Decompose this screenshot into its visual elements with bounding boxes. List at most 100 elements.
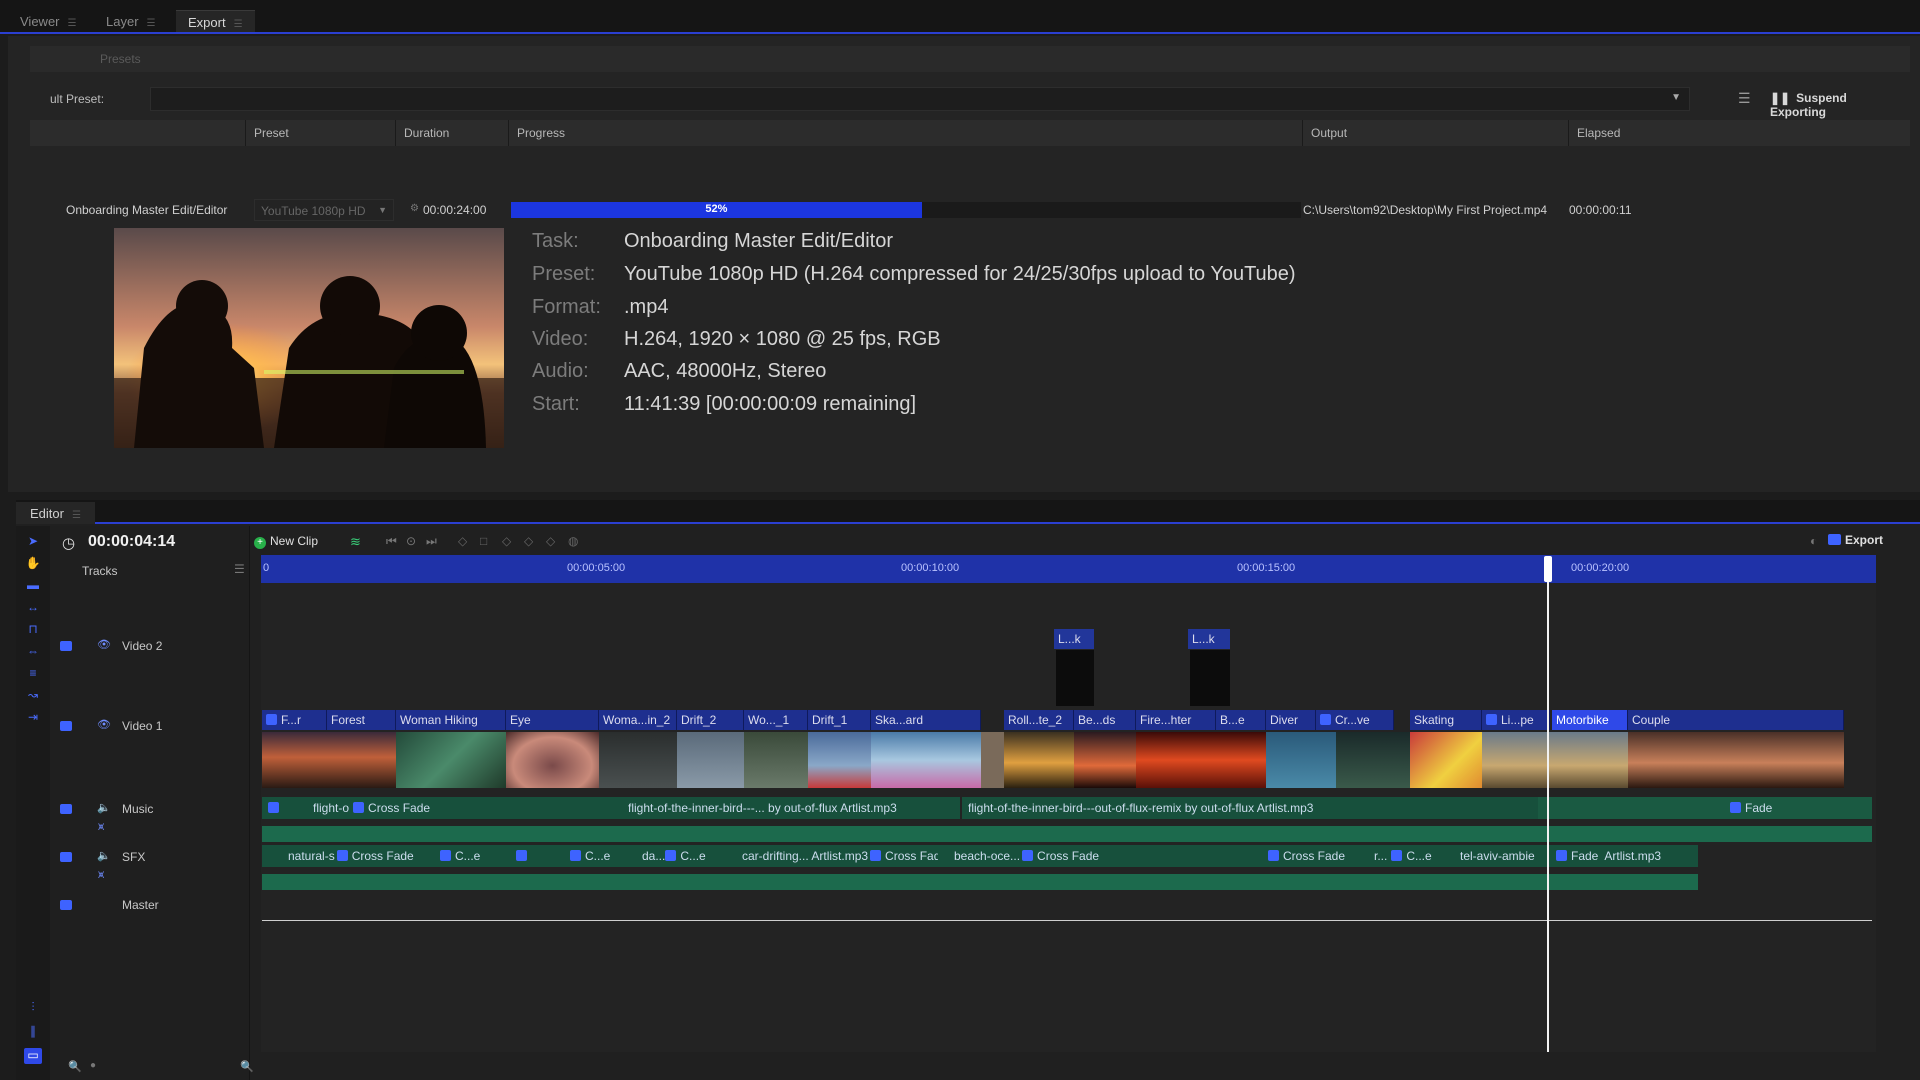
- video2-clip[interactable]: L...k: [1188, 629, 1230, 649]
- record-icon[interactable]: ⊙: [406, 534, 416, 548]
- sfx-clip[interactable]: car-drifting... Artlist.mp3 Cross Fade: [726, 845, 938, 867]
- sfx-clip[interactable]: C...e: [428, 845, 510, 867]
- video1-clip[interactable]: Roll...te_2: [1004, 710, 1074, 730]
- column-header-elapsed[interactable]: Elapsed: [1569, 120, 1910, 146]
- sfx-clip[interactable]: beach-oce... Cross Fade: [938, 845, 1176, 867]
- track-header-video-1[interactable]: 👁 Video 1: [50, 718, 250, 758]
- suspend-exporting-button[interactable]: ❚❚ Suspend Exporting: [1766, 88, 1910, 119]
- automation-icon[interactable]: ⩙: [98, 869, 104, 882]
- settings-icon[interactable]: ◐: [1810, 534, 1817, 548]
- video1-clip[interactable]: Fire...hter: [1136, 710, 1216, 730]
- slide-tool-icon[interactable]: ⊓: [24, 622, 42, 638]
- video1-clip[interactable]: Drift_1: [808, 710, 871, 730]
- sfx-clip[interactable]: Fade Artlist.mp3: [1548, 845, 1698, 867]
- video1-clip[interactable]: B...e: [1216, 710, 1266, 730]
- track-header-video-2[interactable]: 👁 Video 2: [50, 638, 250, 678]
- tracks-view-icon[interactable]: ▭: [24, 1048, 42, 1064]
- sfx-clip[interactable]: tel-aviv-ambie: [1444, 845, 1548, 867]
- sfx-clip[interactable]: natural-s Cross Fade: [262, 845, 428, 867]
- job-output-path[interactable]: C:\Users\tom92\Desktop\My First Project.…: [1303, 203, 1547, 217]
- video1-clip[interactable]: Ska...ard: [871, 710, 981, 730]
- music-clip[interactable]: flight-of-the-inner-bird---... by out-of…: [622, 797, 960, 819]
- lock-icon[interactable]: [60, 900, 72, 910]
- music-clip[interactable]: Fade: [1538, 797, 1872, 819]
- master-volume-line[interactable]: [262, 920, 1872, 921]
- editor-timecode[interactable]: 00:00:04:14: [88, 533, 175, 551]
- tab-layer[interactable]: Layer ☰: [94, 10, 168, 32]
- video1-clip[interactable]: Woman Hiking: [396, 710, 506, 730]
- tab-viewer[interactable]: Viewer ☰: [8, 10, 88, 32]
- video1-clip[interactable]: Wo..._1: [744, 710, 808, 730]
- lock-icon[interactable]: [60, 804, 72, 814]
- video2-clip[interactable]: L...k: [1054, 629, 1094, 649]
- tab-editor[interactable]: Editor ☰: [16, 502, 95, 524]
- video1-clip[interactable]: Forest: [327, 710, 396, 730]
- video1-clip[interactable]: Drift_2: [677, 710, 744, 730]
- automation-icon[interactable]: ⩙: [98, 821, 104, 834]
- video1-clip[interactable]: Couple: [1628, 710, 1844, 730]
- keyframe-add-icon[interactable]: ◇: [524, 534, 533, 548]
- track-header-sfx[interactable]: 🔈 SFX ⩙: [50, 849, 250, 889]
- music-clip[interactable]: flight-of-the-inner-bird---out-of-flux-r…: [962, 797, 1538, 819]
- tracks-menu-icon[interactable]: ☰: [234, 562, 245, 576]
- column-header-output[interactable]: Output: [1303, 120, 1569, 146]
- ripple-tool-icon[interactable]: ≡: [24, 666, 42, 682]
- video1-clip[interactable]: Skating: [1410, 710, 1482, 730]
- keyframe-next-icon[interactable]: ◇: [546, 534, 555, 548]
- video1-clip[interactable]: Li...pe: [1482, 710, 1550, 730]
- eye-icon[interactable]: 👁: [97, 718, 111, 731]
- zoom-slider-handle[interactable]: ●: [90, 1060, 96, 1071]
- curve-tool-icon[interactable]: ↝: [24, 688, 42, 704]
- sfx-clip[interactable]: da... C...e: [626, 845, 726, 867]
- stretch-tool-icon[interactable]: ⇔: [24, 644, 42, 660]
- video1-clip[interactable]: F...r: [262, 710, 327, 730]
- sfx-clip[interactable]: [510, 845, 560, 867]
- levels-icon[interactable]: ∥: [24, 1024, 42, 1040]
- keyframe-prev-icon[interactable]: ◇: [502, 534, 511, 548]
- tab-export[interactable]: Export ☰: [176, 10, 255, 32]
- lock-icon[interactable]: [60, 721, 72, 731]
- video1-clip[interactable]: Eye: [506, 710, 599, 730]
- sfx-clip[interactable]: Cross Fade: [1262, 845, 1366, 867]
- zoom-out-icon[interactable]: 🔍: [68, 1060, 82, 1073]
- music-clip[interactable]: flight-o Cross Fade: [262, 797, 622, 819]
- playhead[interactable]: [1547, 556, 1549, 1052]
- column-header-duration[interactable]: Duration: [396, 120, 509, 146]
- timeline-ruler[interactable]: 0 00:00:05:00 00:00:10:00 00:00:15:00 00…: [261, 555, 1876, 583]
- eye-icon[interactable]: 👁: [97, 638, 111, 651]
- hand-tool-icon[interactable]: ✋: [24, 556, 42, 572]
- lock-icon[interactable]: [60, 852, 72, 862]
- track-header-master[interactable]: Master: [50, 897, 250, 921]
- video1-clip[interactable]: Diver: [1266, 710, 1316, 730]
- skip-back-icon[interactable]: ⏮: [386, 534, 397, 549]
- keyframe-icon[interactable]: ◇: [458, 534, 467, 548]
- playhead-handle[interactable]: [1544, 556, 1552, 582]
- stop-icon[interactable]: □: [480, 534, 487, 548]
- insert-tool-icon[interactable]: ⇥: [24, 710, 42, 726]
- trim-tool-icon[interactable]: ▬: [24, 578, 42, 594]
- new-clip-button[interactable]: + New Clip: [254, 534, 334, 552]
- sfx-clip[interactable]: r... C...e: [1366, 845, 1444, 867]
- video1-clip[interactable]: Cr...ve: [1316, 710, 1394, 730]
- sfx-clip[interactable]: C...e: [560, 845, 626, 867]
- video1-clip-selected[interactable]: Motorbike: [1552, 710, 1628, 730]
- pointer-tool-icon[interactable]: ➤: [24, 534, 42, 550]
- video1-clip[interactable]: Woma...in_2: [599, 710, 677, 730]
- editor-export-button[interactable]: Export: [1828, 533, 1883, 551]
- column-header-progress[interactable]: Progress: [509, 120, 1303, 146]
- skip-forward-icon[interactable]: ⏭: [426, 534, 437, 549]
- default-preset-select[interactable]: ▼: [150, 87, 1690, 111]
- column-header-preset[interactable]: Preset: [246, 120, 396, 146]
- layers-icon[interactable]: ≋: [350, 534, 361, 550]
- slip-tool-icon[interactable]: ↔: [24, 600, 42, 616]
- lock-icon[interactable]: [60, 641, 72, 651]
- list-menu-icon[interactable]: ☰: [1738, 90, 1751, 107]
- snap-icon[interactable]: ◍: [568, 534, 578, 548]
- video1-clip[interactable]: Be...ds: [1074, 710, 1136, 730]
- zoom-in-icon[interactable]: 🔍: [240, 1060, 254, 1073]
- speaker-icon[interactable]: 🔈: [97, 849, 111, 862]
- mixer-icon[interactable]: ⫶: [24, 1000, 42, 1016]
- job-preset-select[interactable]: YouTube 1080p HD ▼: [254, 199, 394, 221]
- speaker-icon[interactable]: 🔈: [97, 801, 111, 814]
- track-header-music[interactable]: 🔈 Music ⩙: [50, 801, 250, 841]
